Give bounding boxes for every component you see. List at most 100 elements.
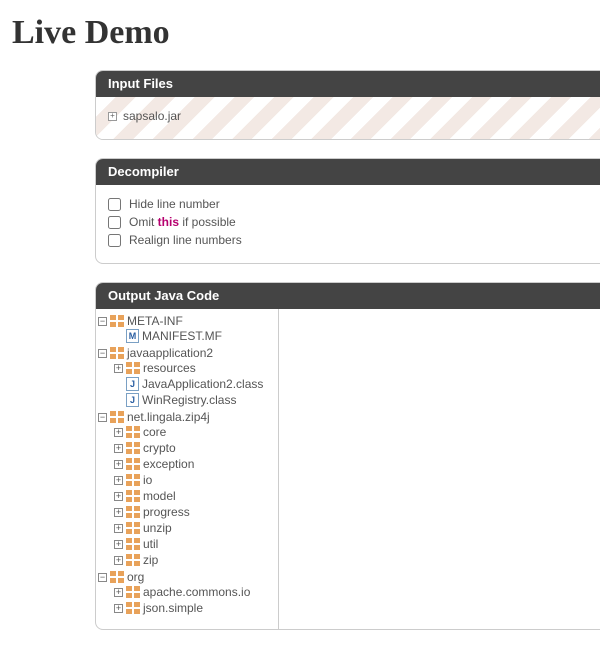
node-label: net.lingala.zip4j (127, 410, 210, 424)
expand-icon[interactable] (114, 492, 123, 501)
tree-node-crypto[interactable]: crypto (114, 440, 278, 456)
opt-realign[interactable]: Realign line numbers (108, 231, 600, 249)
node-label: MANIFEST.MF (142, 329, 222, 343)
tree-node-winreg[interactable]: J WinRegistry.class (114, 392, 278, 408)
node-label: zip (143, 553, 158, 567)
spacer-icon (114, 380, 123, 389)
node-label: progress (143, 505, 190, 519)
node-label: javaapplication2 (127, 346, 213, 360)
checkbox-hide-line-number[interactable] (108, 198, 121, 211)
manifest-file-icon: M (126, 329, 139, 343)
tree-node-apacheio[interactable]: apache.commons.io (114, 584, 278, 600)
checkbox-omit-this[interactable] (108, 216, 121, 229)
tree-node-unzip[interactable]: unzip (114, 520, 278, 536)
tree-node-util[interactable]: util (114, 536, 278, 552)
tree-node-org[interactable]: org apache.commons.io json.simple (98, 569, 278, 617)
opt-label: Realign line numbers (129, 233, 242, 247)
collapse-icon[interactable] (98, 413, 107, 422)
node-label: util (143, 537, 158, 551)
node-label: core (143, 425, 166, 439)
tree-node-core[interactable]: core (114, 424, 278, 440)
package-icon (126, 506, 140, 518)
expand-icon[interactable] (114, 364, 123, 373)
input-files-header: Input Files (96, 71, 600, 97)
decompiler-panel: Decompiler Hide line number Omit this if… (95, 158, 600, 264)
expand-icon[interactable] (114, 460, 123, 469)
collapse-icon[interactable] (98, 317, 107, 326)
decompiler-header: Decompiler (96, 159, 600, 185)
expand-icon[interactable] (114, 588, 123, 597)
java-file-icon: J (126, 393, 139, 407)
tree-node-io[interactable]: io (114, 472, 278, 488)
package-icon (126, 442, 140, 454)
node-label: apache.commons.io (143, 585, 250, 599)
package-icon (126, 458, 140, 470)
tree-node-jsonsimple[interactable]: json.simple (114, 600, 278, 616)
keyword-this: this (158, 215, 179, 229)
opt-hide-line-number[interactable]: Hide line number (108, 195, 600, 213)
opt-label: Omit this if possible (129, 215, 236, 229)
expand-icon[interactable] (114, 508, 123, 517)
tree-node-model[interactable]: model (114, 488, 278, 504)
package-icon (126, 538, 140, 550)
tree-node-metainf[interactable]: META-INF M MANIFEST.MF (98, 313, 278, 345)
package-icon (126, 362, 140, 374)
expand-icon[interactable] (114, 444, 123, 453)
expand-icon[interactable] (114, 604, 123, 613)
node-label: json.simple (143, 601, 203, 615)
decompiler-body: Hide line number Omit this if possible R… (96, 185, 600, 263)
tree-node-progress[interactable]: progress (114, 504, 278, 520)
spacer-icon (114, 332, 123, 341)
collapse-icon[interactable] (98, 573, 107, 582)
output-header: Output Java Code (96, 283, 600, 309)
node-label: resources (143, 361, 196, 375)
page-title: Live Demo (12, 14, 600, 52)
node-label: crypto (143, 441, 176, 455)
tree-node-zip4j[interactable]: net.lingala.zip4j core crypto exception … (98, 409, 278, 569)
node-label: exception (143, 457, 194, 471)
node-label: JavaApplication2.class (142, 377, 263, 391)
package-icon (110, 315, 124, 327)
expand-icon[interactable] (114, 524, 123, 533)
expand-icon[interactable] (114, 428, 123, 437)
tree-node-zip[interactable]: zip (114, 552, 278, 568)
output-body: META-INF M MANIFEST.MF (96, 309, 600, 629)
expand-icon[interactable] (114, 540, 123, 549)
java-file-icon: J (126, 377, 139, 391)
input-files-body: sapsalo.jar (96, 97, 600, 139)
package-icon (126, 426, 140, 438)
tree-node-exception[interactable]: exception (114, 456, 278, 472)
opt-omit-this[interactable]: Omit this if possible (108, 213, 600, 231)
tree-node-javaapp[interactable]: javaapplication2 resources (98, 345, 278, 409)
text-fragment: if possible (179, 215, 236, 229)
text-fragment: Omit (129, 215, 158, 229)
package-icon (110, 411, 124, 423)
package-icon (126, 522, 140, 534)
node-label: META-INF (127, 314, 183, 328)
tree-pane[interactable]: META-INF M MANIFEST.MF (96, 309, 279, 629)
opt-label: Hide line number (129, 197, 220, 211)
collapse-icon[interactable] (98, 349, 107, 358)
code-pane (279, 309, 600, 629)
node-label: WinRegistry.class (142, 393, 236, 407)
expand-icon[interactable] (114, 476, 123, 485)
package-icon (126, 554, 140, 566)
checkbox-realign[interactable] (108, 234, 121, 247)
package-icon (126, 474, 140, 486)
package-icon (126, 490, 140, 502)
output-panel: Output Java Code META-INF M (95, 282, 600, 630)
package-icon (110, 347, 124, 359)
input-file-row[interactable]: sapsalo.jar (108, 107, 600, 125)
input-files-panel: Input Files sapsalo.jar (95, 70, 600, 140)
input-file-name: sapsalo.jar (123, 109, 181, 123)
package-icon (126, 602, 140, 614)
expand-icon[interactable] (114, 556, 123, 565)
node-label: io (143, 473, 152, 487)
node-label: unzip (143, 521, 172, 535)
tree-node-javaapp2class[interactable]: J JavaApplication2.class (114, 376, 278, 392)
node-label: model (143, 489, 176, 503)
tree-node-resources[interactable]: resources (114, 360, 278, 376)
package-icon (126, 586, 140, 598)
expand-icon[interactable] (108, 112, 117, 121)
tree-node-manifest[interactable]: M MANIFEST.MF (114, 328, 278, 344)
